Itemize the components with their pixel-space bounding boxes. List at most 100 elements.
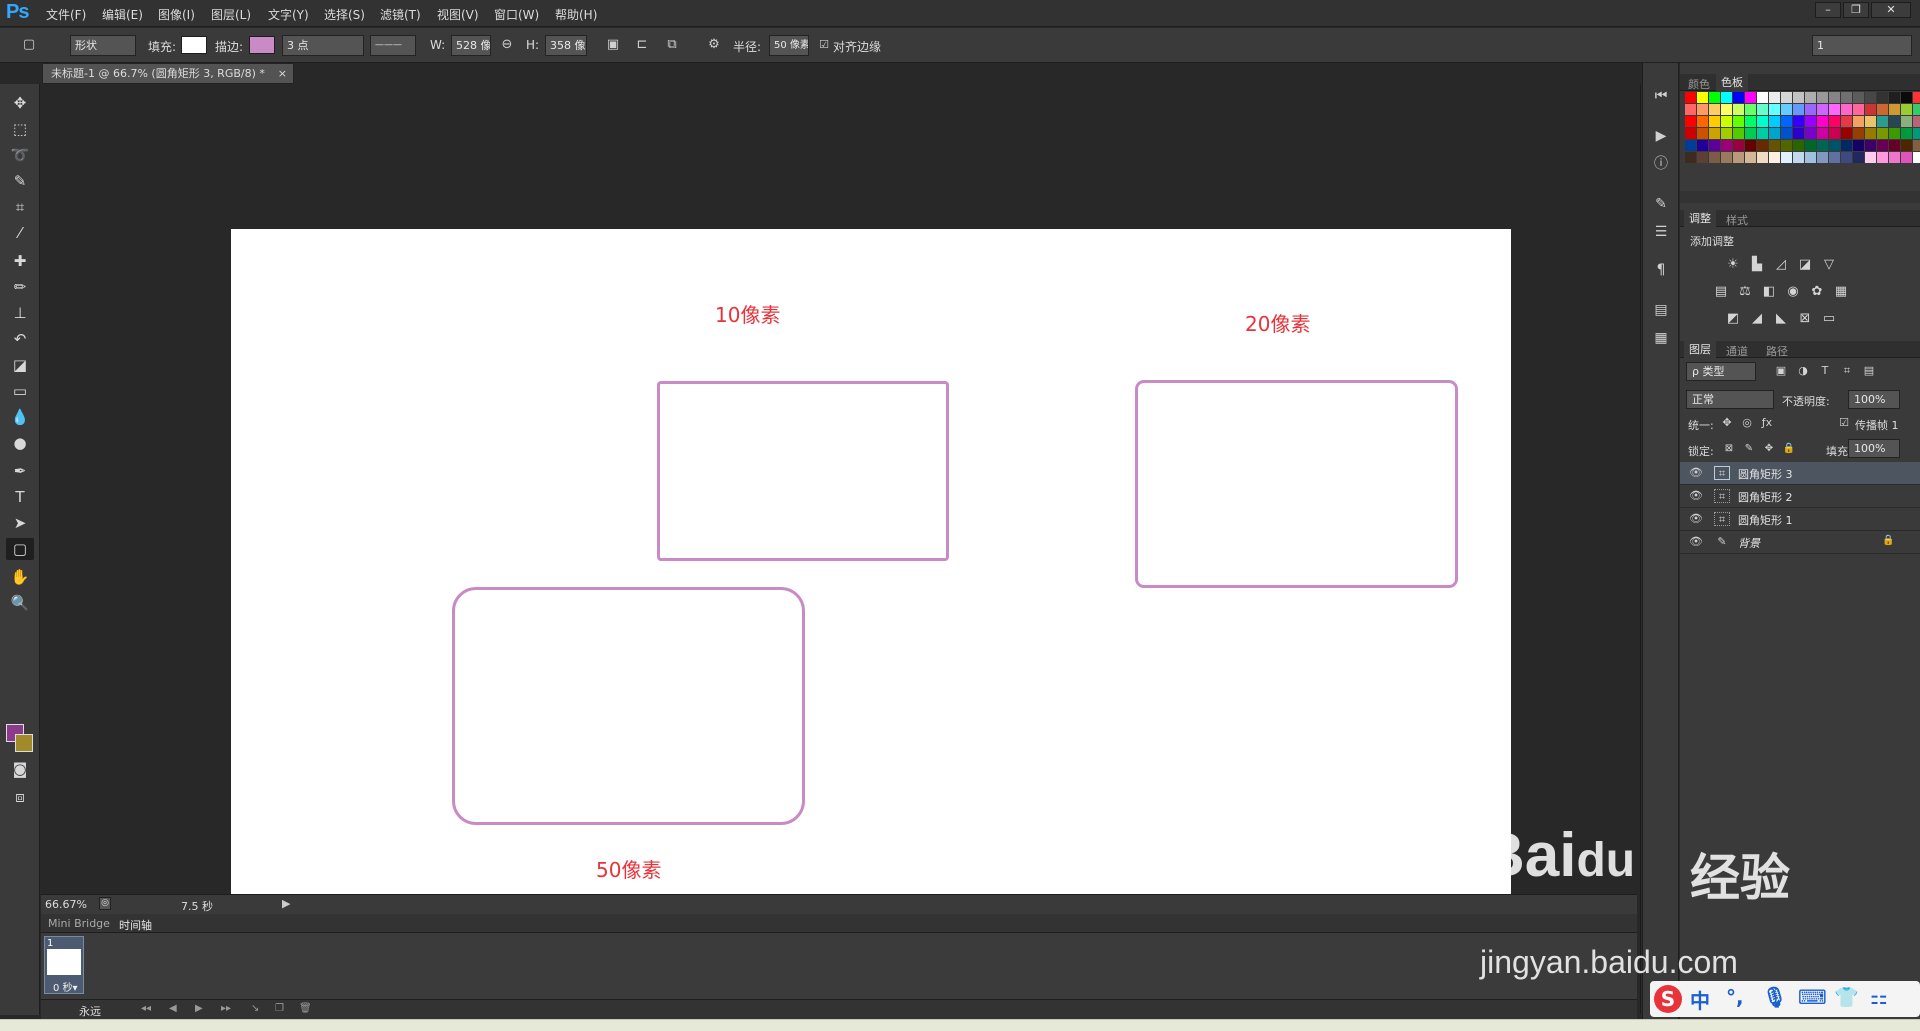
rounded-rect-tool-icon[interactable]: ▢: [20, 37, 38, 53]
animation-frame[interactable]: 1 0 秒▾: [44, 936, 84, 994]
marquee-tool-icon[interactable]: ⬚: [6, 118, 34, 140]
workspace-select[interactable]: 1: [1812, 35, 1912, 56]
keyboard-icon[interactable]: ⌨: [1798, 985, 1827, 1009]
filter-adjust-icon[interactable]: ◑: [1794, 363, 1812, 379]
color-swatch[interactable]: [1733, 92, 1744, 103]
color-swatch[interactable]: [1769, 104, 1780, 115]
fill-field[interactable]: 100%: [1848, 439, 1900, 458]
eraser-tool-icon[interactable]: ◪: [6, 354, 34, 376]
layer-row[interactable]: 👁 ✎ 背景 🔒: [1680, 531, 1920, 554]
dodge-tool-icon[interactable]: ●: [6, 432, 34, 454]
color-swatch[interactable]: [1721, 116, 1732, 127]
paragraph-panel-icon[interactable]: ¶: [1650, 259, 1672, 281]
stroke-swatch[interactable]: [249, 36, 275, 54]
path-selection-tool-icon[interactable]: ➤: [6, 512, 34, 534]
tab-mini-bridge[interactable]: Mini Bridge: [48, 917, 110, 930]
color-swatch[interactable]: [1901, 128, 1912, 139]
color-swatch[interactable]: [1829, 116, 1840, 127]
blend-mode-select[interactable]: 正常: [1686, 390, 1774, 409]
path-align-icon[interactable]: ⊏: [633, 37, 651, 53]
info-panel-icon[interactable]: ⓘ: [1650, 153, 1672, 175]
color-swatch[interactable]: [1841, 152, 1852, 163]
eye-icon[interactable]: 👁: [1688, 534, 1704, 550]
rounded-rect-10px[interactable]: [657, 381, 949, 561]
color-swatch[interactable]: [1721, 92, 1732, 103]
lock-pixels-icon[interactable]: ✎: [1740, 441, 1758, 457]
color-swatch[interactable]: [1829, 92, 1840, 103]
gradient-map-icon[interactable]: ▭: [1820, 311, 1838, 327]
color-swatch[interactable]: [1865, 140, 1876, 151]
eye-icon[interactable]: 👁: [1688, 488, 1704, 504]
layer-filter-select[interactable]: ρ 类型: [1686, 362, 1756, 381]
filter-type-icon[interactable]: T: [1816, 363, 1834, 379]
color-swatch[interactable]: [1865, 92, 1876, 103]
document-tab[interactable]: 未标题-1 @ 66.7% (圆角矩形 3, RGB/8) * ×: [42, 63, 294, 84]
pen-tool-icon[interactable]: ✒: [6, 460, 34, 482]
color-swatch[interactable]: [1865, 104, 1876, 115]
color-swatch[interactable]: [1757, 140, 1768, 151]
eyedropper-tool-icon[interactable]: ⁄: [6, 222, 34, 244]
background-color-swatch[interactable]: [15, 734, 33, 752]
layer-name[interactable]: 圆角矩形 2: [1738, 489, 1793, 505]
microphone-icon[interactable]: 🎙: [1762, 985, 1787, 1009]
color-swatch[interactable]: [1865, 128, 1876, 139]
brush-tool-icon[interactable]: ✏: [6, 276, 34, 298]
color-swatch[interactable]: [1733, 116, 1744, 127]
color-swatch[interactable]: [1721, 128, 1732, 139]
threshold-icon[interactable]: ◣: [1772, 311, 1790, 327]
ime-chinese-mode[interactable]: 中: [1690, 985, 1710, 1014]
color-swatch[interactable]: [1889, 92, 1900, 103]
color-swatch[interactable]: [1853, 104, 1864, 115]
color-swatch[interactable]: [1697, 152, 1708, 163]
menu-filter[interactable]: 滤镜(T): [380, 6, 421, 23]
color-swatch[interactable]: [1745, 104, 1756, 115]
layer-row[interactable]: 👁 ⌗ 圆角矩形 3: [1680, 462, 1920, 485]
canvas[interactable]: 10像素 20像素 50像素: [231, 229, 1511, 917]
color-swatch[interactable]: [1793, 116, 1804, 127]
color-swatch[interactable]: [1769, 152, 1780, 163]
rounded-rect-20px[interactable]: [1135, 380, 1458, 588]
color-swatch[interactable]: [1709, 152, 1720, 163]
color-swatch[interactable]: [1853, 116, 1864, 127]
status-arrow-icon[interactable]: ▶: [282, 897, 290, 910]
next-frame-icon[interactable]: ▸▸: [221, 1003, 231, 1014]
filter-smart-icon[interactable]: ▤: [1860, 363, 1878, 379]
history-brush-tool-icon[interactable]: ↶: [6, 328, 34, 350]
color-swatch[interactable]: [1757, 92, 1768, 103]
color-swatch[interactable]: [1781, 152, 1792, 163]
color-swatch[interactable]: [1889, 140, 1900, 151]
color-swatch[interactable]: [1769, 92, 1780, 103]
zoom-level[interactable]: 66.67%: [45, 898, 87, 911]
color-swatch[interactable]: [1805, 140, 1816, 151]
duplicate-frame-icon[interactable]: ❐: [275, 1003, 284, 1014]
color-swatch[interactable]: [1889, 116, 1900, 127]
zoom-tool-icon[interactable]: 🔍: [6, 592, 34, 614]
screen-mode-icon[interactable]: ⧈: [6, 786, 34, 808]
color-swatch[interactable]: [1841, 140, 1852, 151]
color-balance-icon[interactable]: ⚖: [1736, 284, 1754, 300]
color-swatch[interactable]: [1769, 140, 1780, 151]
healing-brush-tool-icon[interactable]: ✚: [6, 250, 34, 272]
color-swatch[interactable]: [1853, 140, 1864, 151]
color-swatch[interactable]: [1709, 128, 1720, 139]
color-swatch[interactable]: [1913, 92, 1920, 103]
lock-position-icon[interactable]: ✥: [1760, 441, 1778, 457]
shape-tool-icon[interactable]: ▢: [6, 538, 34, 560]
align-edges-checkbox[interactable]: ☑: [815, 37, 833, 53]
color-swatch[interactable]: [1745, 152, 1756, 163]
color-swatch[interactable]: [1889, 104, 1900, 115]
color-swatch[interactable]: [1793, 92, 1804, 103]
black-white-icon[interactable]: ◧: [1760, 284, 1778, 300]
color-swatch[interactable]: [1913, 104, 1920, 115]
layer-comps-icon[interactable]: ▦: [1650, 327, 1672, 349]
brush-panel-icon[interactable]: ✎: [1650, 193, 1672, 215]
lock-transparent-icon[interactable]: ⊠: [1720, 441, 1738, 457]
color-swatch[interactable]: [1769, 116, 1780, 127]
eye-icon[interactable]: 👁: [1688, 511, 1704, 527]
color-swatch[interactable]: [1721, 152, 1732, 163]
loop-select[interactable]: 永远: [79, 1003, 101, 1019]
color-swatch[interactable]: [1793, 104, 1804, 115]
color-swatch[interactable]: [1877, 116, 1888, 127]
layer-name[interactable]: 背景: [1738, 535, 1760, 551]
minimize-button[interactable]: –: [1815, 2, 1841, 18]
